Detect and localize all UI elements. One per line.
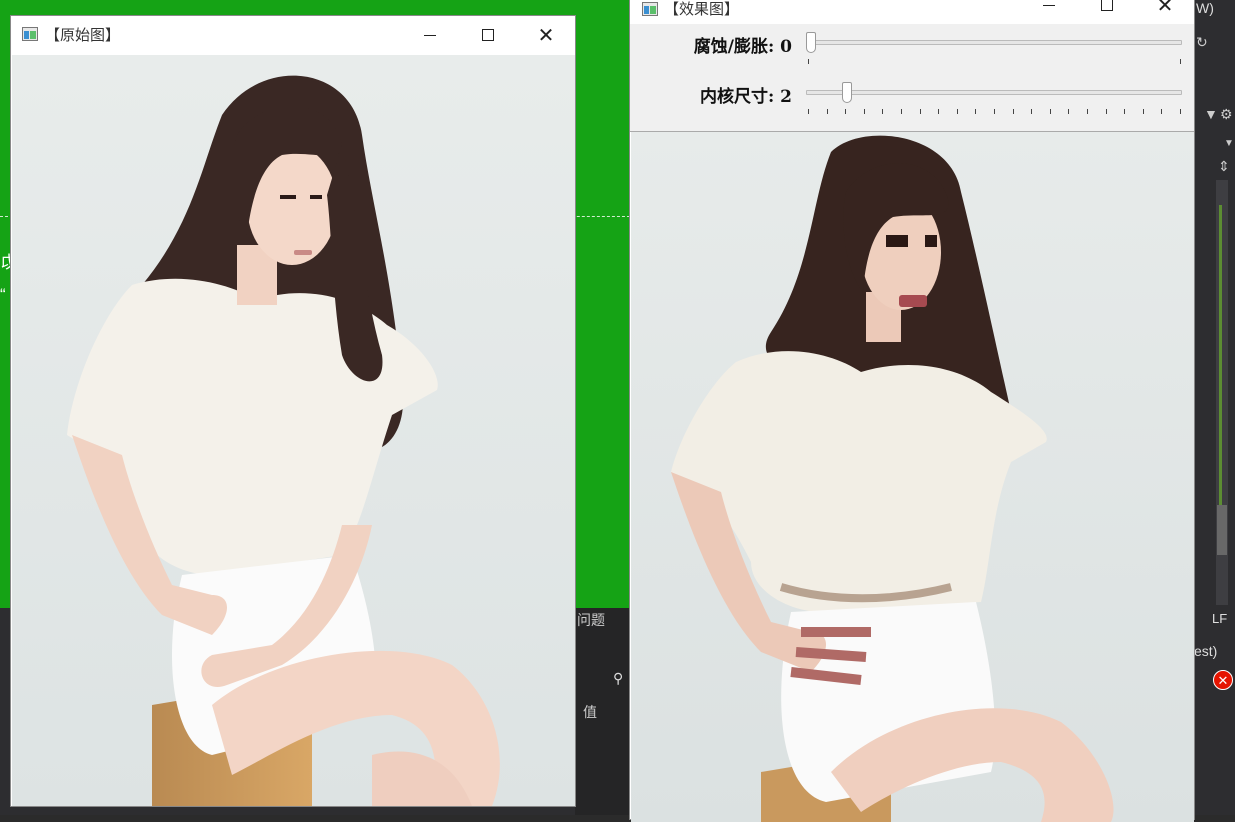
panel-column-value: 值 bbox=[583, 704, 597, 720]
trackbar-tick bbox=[1124, 109, 1126, 114]
panel-tab-problems[interactable]: 问题 bbox=[577, 610, 605, 630]
trackbar-ticks bbox=[808, 59, 1181, 65]
trackbar-track[interactable] bbox=[806, 90, 1182, 95]
trackbar-track[interactable] bbox=[806, 40, 1182, 45]
trackbar-tick bbox=[808, 59, 809, 64]
trackbar-tick bbox=[919, 109, 921, 114]
trackbar-tick bbox=[956, 109, 958, 114]
change-indicator bbox=[1219, 205, 1222, 505]
app-icon bbox=[22, 27, 38, 41]
trackbar-tick bbox=[1180, 109, 1181, 114]
window-titlebar[interactable]: 【原始图】 ✕ bbox=[11, 16, 575, 54]
original-image-window[interactable]: 【原始图】 ✕ bbox=[10, 15, 576, 807]
maximize-button[interactable] bbox=[459, 16, 517, 54]
trackbar-tick bbox=[1161, 109, 1163, 114]
close-button[interactable]: ✕ bbox=[517, 16, 575, 54]
portrait-photo bbox=[12, 55, 575, 806]
gear-icon[interactable]: ⚙ bbox=[1220, 106, 1233, 123]
maximize-button[interactable] bbox=[1078, 0, 1136, 22]
app-icon bbox=[642, 2, 658, 16]
minimize-button[interactable] bbox=[1020, 0, 1078, 22]
trackbar-tick bbox=[994, 109, 995, 114]
ide-menu-text: W) bbox=[1196, 0, 1214, 16]
trackbar-ticks bbox=[808, 109, 1181, 115]
window-titlebar[interactable]: 【效果图】 ✕ bbox=[630, 0, 1194, 24]
dropdown-arrow-icon[interactable]: ▼ bbox=[1204, 106, 1218, 122]
error-icon[interactable]: ✕ bbox=[1213, 670, 1233, 690]
trackbar-tick bbox=[1068, 109, 1070, 114]
trackbar-tick bbox=[826, 109, 828, 114]
original-image bbox=[12, 55, 575, 806]
trackbar-tick bbox=[1180, 59, 1181, 64]
trackbar-label: 内核尺寸: 2 bbox=[699, 87, 792, 107]
trackbar-tick bbox=[882, 109, 884, 114]
background-text: “ bbox=[0, 285, 6, 304]
close-button[interactable]: ✕ bbox=[1136, 0, 1194, 22]
trackbar-tick bbox=[863, 109, 865, 114]
trackbar-thumb[interactable] bbox=[806, 32, 816, 53]
search-icon[interactable]: ⚲ bbox=[613, 670, 623, 687]
trackbar-erode-dilate: 腐蚀/膨胀: 0 bbox=[630, 24, 1194, 68]
trackbar-tick bbox=[1031, 109, 1033, 114]
trackbar-tick bbox=[1142, 109, 1144, 114]
trackbar-tick bbox=[845, 109, 847, 114]
status-text: est) bbox=[1194, 643, 1218, 659]
trackbar-tick bbox=[1087, 109, 1088, 114]
trackbar-tick bbox=[938, 109, 940, 114]
result-image bbox=[631, 132, 1194, 822]
chevron-down-icon[interactable]: ▼ bbox=[1224, 138, 1234, 149]
window-title: 【原始图】 bbox=[45, 26, 121, 44]
processed-portrait-photo bbox=[631, 132, 1194, 822]
refresh-icon[interactable]: ↻ bbox=[1196, 34, 1208, 51]
trackbar-label: 腐蚀/膨胀: 0 bbox=[693, 37, 792, 57]
vertical-scrollbar[interactable] bbox=[1216, 180, 1228, 605]
trackbar-kernel-size: 内核尺寸: 2 bbox=[630, 74, 1194, 118]
ide-right-strip: W) ↻ ▼ ⚙ ▼ ⇕ LF est) ✕ bbox=[1194, 0, 1235, 815]
minimize-button[interactable] bbox=[401, 16, 459, 54]
trackbar-tick bbox=[975, 109, 977, 114]
ide-output-panel: 问题 值 ⚲ bbox=[575, 608, 630, 815]
scrollbar-thumb[interactable] bbox=[1217, 505, 1227, 555]
trackbar-tick bbox=[1105, 109, 1107, 114]
trackbar-thumb[interactable] bbox=[842, 82, 853, 103]
trackbar-panel: 腐蚀/膨胀: 0 内核尺寸: 2 bbox=[630, 24, 1194, 132]
trackbar-tick bbox=[901, 109, 902, 114]
trackbar-tick bbox=[808, 109, 809, 114]
window-title: 【效果图】 bbox=[664, 0, 740, 18]
line-ending-status[interactable]: LF bbox=[1212, 611, 1227, 626]
result-image-window[interactable]: 【效果图】 ✕ 腐蚀/膨胀: 0 内核尺寸: 2 bbox=[629, 0, 1195, 822]
trackbar-tick bbox=[1049, 109, 1051, 114]
trackbar-tick bbox=[1012, 109, 1014, 114]
split-icon[interactable]: ⇕ bbox=[1218, 158, 1230, 175]
